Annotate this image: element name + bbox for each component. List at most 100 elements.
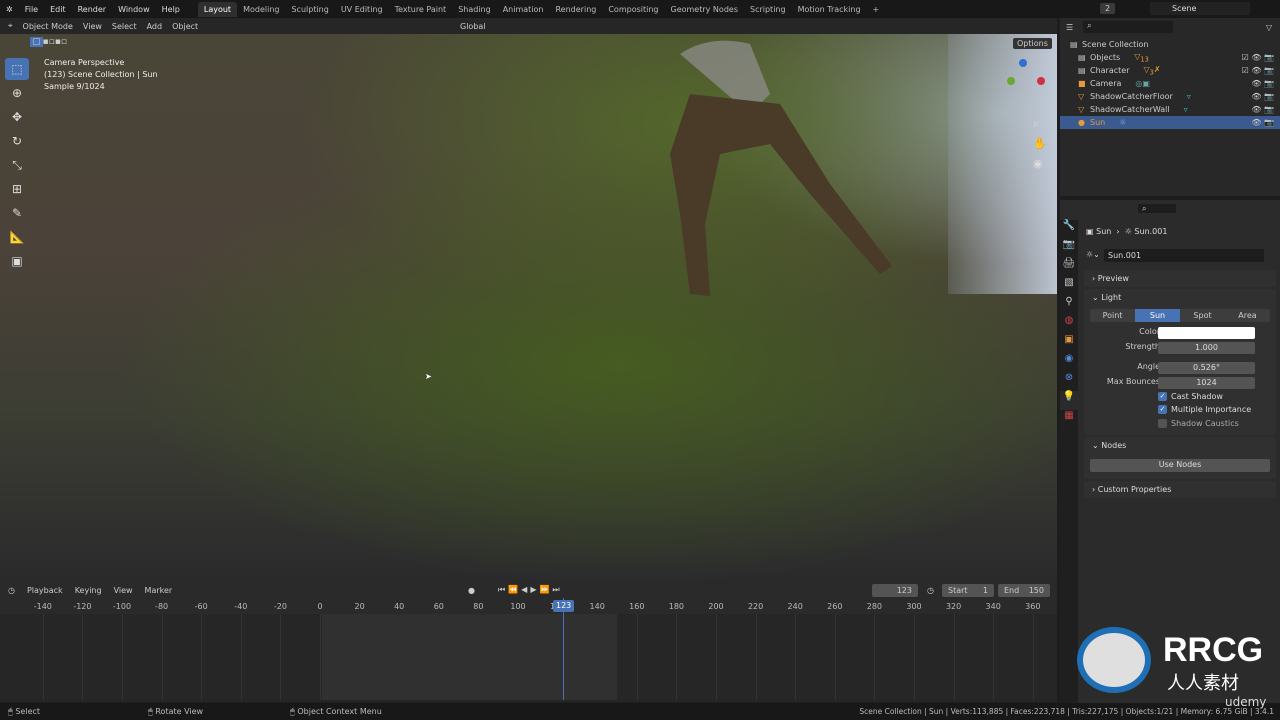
pan-hand-icon[interactable]: ✋ — [1033, 134, 1047, 154]
object-tab-icon[interactable]: ▣ — [1060, 334, 1078, 353]
preview-range-icon[interactable]: ◷ — [927, 586, 934, 595]
tab-rendering[interactable]: Rendering — [549, 2, 602, 17]
scene-selector[interactable]: Scene — [1150, 2, 1250, 15]
menu-view[interactable]: View — [114, 586, 133, 595]
zoom-icon[interactable]: ⌕ — [1033, 114, 1047, 134]
visibility-toggles[interactable]: 👁 📷 — [1251, 92, 1274, 101]
tool-tab-icon[interactable]: 🔧 — [1060, 220, 1078, 239]
scale-icon[interactable]: ⤡ — [5, 154, 29, 176]
tab-shading[interactable]: Shading — [452, 2, 497, 17]
annotate-icon[interactable]: ✎ — [5, 202, 29, 224]
menu-keying[interactable]: Keying — [75, 586, 102, 595]
3d-viewport[interactable]: ⌕ ✋ ◉ ➤ — [0, 34, 1057, 582]
start-frame-field[interactable]: Start 1 — [942, 583, 994, 597]
multiple-importance-checkbox[interactable]: ✓ Multiple Importance — [1158, 405, 1251, 414]
visibility-toggles[interactable]: ☑ 👁 📷 — [1242, 53, 1274, 62]
shadow-caustics-checkbox[interactable]: Shadow Caustics — [1158, 419, 1239, 428]
scene-collection[interactable]: ▤ Scene Collection — [1060, 38, 1280, 51]
tab-geometry-nodes[interactable]: Geometry Nodes — [665, 2, 744, 17]
light-type-icon[interactable]: ☼⌄ — [1086, 250, 1100, 259]
type-sun[interactable]: Sun — [1135, 309, 1180, 322]
cast-shadow-checkbox[interactable]: ✓ Cast Shadow — [1158, 392, 1223, 401]
outliner-item-character[interactable]: ▤ Character ▽3✗ ☑ 👁 📷 — [1060, 64, 1280, 77]
menu-edit[interactable]: Edit — [44, 5, 72, 14]
outliner-item-shadowcatcherfloor[interactable]: ▽ ShadowCatcherFloor ▿ 👁 📷 — [1060, 90, 1280, 103]
filter-icon[interactable]: ▽ — [1266, 23, 1272, 32]
world-tab-icon[interactable]: ◍ — [1060, 315, 1078, 334]
tab-motion-tracking[interactable]: Motion Tracking — [792, 2, 867, 17]
camera-view-icon[interactable]: ◉ — [1033, 154, 1047, 174]
menu-object[interactable]: Object — [172, 22, 198, 31]
scene-tab-icon[interactable]: ⚲ — [1060, 296, 1078, 315]
output-tab-icon[interactable]: 🖨 — [1060, 258, 1078, 277]
visibility-toggles[interactable]: 👁 📷 — [1251, 105, 1274, 114]
outliner-item-sun[interactable]: ● Sun ☼ 👁 📷 — [1060, 116, 1280, 129]
record-button[interactable]: ● — [468, 586, 475, 595]
orientation-dropdown[interactable]: Global — [460, 22, 486, 31]
outliner-item-shadowcatcherwall[interactable]: ▽ ShadowCatcherWall ▿ 👁 📷 — [1060, 103, 1280, 116]
tab-uv-editing[interactable]: UV Editing — [335, 2, 389, 17]
current-frame-field[interactable]: 123 — [872, 583, 918, 597]
preview-panel[interactable]: › Preview — [1084, 270, 1276, 287]
physics-tab-icon[interactable]: ◉ — [1060, 353, 1078, 372]
rotate-icon[interactable]: ↻ — [5, 130, 29, 152]
visibility-toggles[interactable]: ☑ 👁 📷 — [1242, 66, 1274, 75]
menu-add[interactable]: Add — [147, 22, 163, 31]
properties-search-input[interactable]: ⌕ — [1138, 204, 1177, 213]
light-panel-header[interactable]: ⌄ Light — [1084, 289, 1276, 306]
type-spot[interactable]: Spot — [1180, 309, 1225, 322]
render-tab-icon[interactable]: 📷 — [1060, 239, 1078, 258]
editor-type-icon[interactable]: ◷ — [8, 586, 15, 595]
add-workspace-button[interactable]: + — [867, 2, 886, 17]
color-swatch[interactable] — [1158, 327, 1255, 339]
menu-render[interactable]: Render — [72, 5, 112, 14]
tab-texture-paint[interactable]: Texture Paint — [389, 2, 453, 17]
editor-type-icon[interactable]: ⌖ — [8, 21, 13, 31]
playhead[interactable] — [563, 598, 564, 700]
tab-scripting[interactable]: Scripting — [744, 2, 792, 17]
tab-layout[interactable]: Layout — [197, 1, 238, 17]
constraints-tab-icon[interactable]: ⊗ — [1060, 372, 1078, 391]
add-cube-icon[interactable]: ▣ — [5, 250, 29, 272]
tab-sculpting[interactable]: Sculpting — [285, 2, 334, 17]
menu-help[interactable]: Help — [156, 5, 186, 14]
transform-icon[interactable]: ⊞ — [5, 178, 29, 200]
playback-controls[interactable]: ⏮⏪◀▶⏩⏭ — [498, 585, 563, 595]
outliner-item-camera[interactable]: ■ Camera ◎▣ 👁 📷 — [1060, 77, 1280, 90]
end-frame-field[interactable]: End 150 — [998, 583, 1050, 597]
use-nodes-button[interactable]: Use Nodes — [1090, 459, 1270, 472]
nodes-panel-header[interactable]: ⌄ Nodes — [1084, 437, 1276, 454]
move-icon[interactable]: ✥ — [5, 106, 29, 128]
mode-dropdown[interactable]: Object Mode — [23, 22, 73, 31]
view-layer-tab-icon[interactable]: ▧ — [1060, 277, 1078, 296]
selection-mode-icons[interactable]: ▢ ▪▫▪▫ — [30, 37, 67, 47]
type-point[interactable]: Point — [1090, 309, 1135, 322]
measure-icon[interactable]: 📐 — [5, 226, 29, 248]
display-mode-icon[interactable]: ☰ — [1066, 23, 1073, 32]
menu-select[interactable]: Select — [112, 22, 137, 31]
menu-file[interactable]: File — [19, 5, 44, 14]
tab-compositing[interactable]: Compositing — [602, 2, 664, 17]
tab-animation[interactable]: Animation — [497, 2, 550, 17]
menu-window[interactable]: Window — [112, 5, 156, 14]
max-bounces-field[interactable]: 1024 — [1158, 377, 1255, 389]
outliner-item-objects[interactable]: ▤ Objects ▽13 ☑ 👁 📷 — [1060, 51, 1280, 64]
light-data-tab-icon[interactable]: 💡 — [1060, 391, 1078, 410]
navigation-gizmo[interactable] — [1007, 59, 1047, 99]
menu-marker[interactable]: Marker — [145, 586, 173, 595]
type-area[interactable]: Area — [1225, 309, 1270, 322]
tab-modeling[interactable]: Modeling — [237, 2, 285, 17]
select-box-icon[interactable]: ⬚ — [5, 58, 29, 80]
menu-view[interactable]: View — [83, 22, 102, 31]
strength-field[interactable]: 1.000 — [1158, 342, 1255, 354]
options-dropdown[interactable]: Options — [1013, 38, 1052, 49]
frame-ruler[interactable]: -140-120-100-80-60-40-200204060801001201… — [0, 598, 1057, 614]
visibility-toggles[interactable]: 👁 📷 — [1251, 118, 1274, 127]
custom-properties-panel[interactable]: › Custom Properties — [1084, 481, 1276, 498]
visibility-toggles[interactable]: 👁 📷 — [1251, 79, 1274, 88]
outliner-search-input[interactable]: ⌕ — [1083, 21, 1174, 33]
angle-field[interactable]: 0.526° — [1158, 362, 1255, 374]
blender-logo-icon[interactable]: ✲ — [0, 5, 19, 14]
cursor-icon[interactable]: ⊕ — [5, 82, 29, 104]
playhead-frame-label[interactable]: 123 — [553, 600, 575, 612]
